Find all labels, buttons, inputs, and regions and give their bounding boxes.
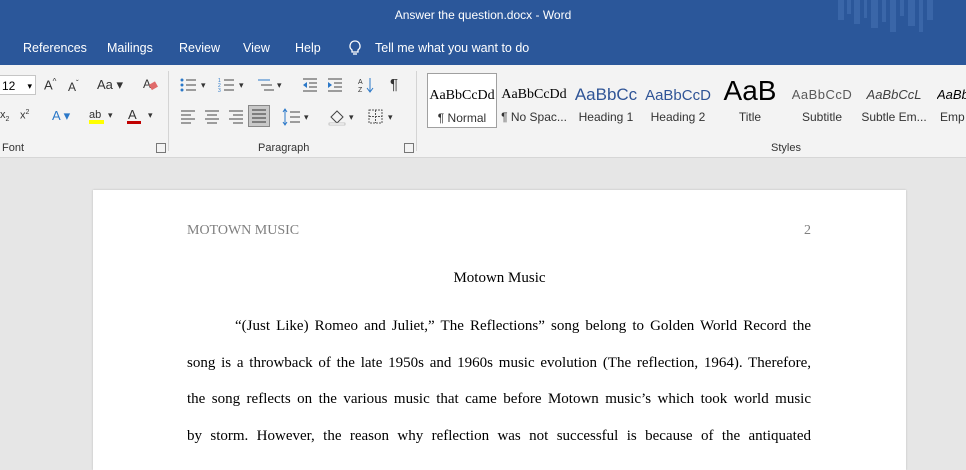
- group-separator: [416, 71, 417, 151]
- multilevel-list-icon[interactable]: ▾: [256, 77, 286, 93]
- svg-text:▾: ▾: [201, 80, 206, 90]
- show-formatting-marks-icon[interactable]: ¶: [390, 76, 398, 93]
- grow-font-icon[interactable]: A^: [44, 77, 56, 92]
- style-subtitle[interactable]: AaBbCcD Subtitle: [787, 73, 857, 128]
- paragraph-line: by storm. However, the reason why reflec…: [187, 428, 811, 444]
- style-heading-2[interactable]: AaBbCcD Heading 2: [643, 73, 713, 128]
- style-emphasis[interactable]: AaBbCcL Emp: [931, 73, 966, 128]
- change-case-icon[interactable]: Aa ▾: [97, 77, 123, 93]
- style-sample: AaBbCcDd: [429, 88, 495, 103]
- svg-text:A: A: [358, 79, 363, 86]
- style-sample: AaBbCc: [574, 85, 638, 104]
- line-spacing-icon[interactable]: ▾: [282, 108, 312, 126]
- style-name: ¶ No Spac...: [501, 110, 567, 124]
- paragraph-group-label: Paragraph: [258, 142, 310, 154]
- window-title: Answer the question.docx - Word: [394, 8, 572, 22]
- svg-text:▾: ▾: [304, 112, 309, 122]
- ribbon: 12 ▾ A^ Aˇ Aa ▾ A x2 x2 A ▾ ab ▾ A ▾ Font ▾…: [0, 65, 966, 158]
- style-no-spacing[interactable]: AaBbCcDd ¶ No Spac...: [499, 73, 569, 128]
- document-title: Motown Music: [453, 270, 546, 286]
- svg-text:3: 3: [218, 88, 221, 93]
- align-left-icon[interactable]: [180, 110, 196, 124]
- subscript-icon[interactable]: x2: [0, 109, 9, 123]
- svg-text:▾: ▾: [148, 110, 153, 120]
- style-name: Heading 2: [650, 110, 706, 124]
- tab-mailings[interactable]: Mailings: [107, 41, 153, 55]
- superscript-icon[interactable]: x2: [20, 109, 29, 122]
- svg-text:Z: Z: [358, 87, 363, 94]
- style-name: Subtitle: [801, 110, 843, 124]
- tab-review[interactable]: Review: [179, 41, 220, 55]
- shading-icon[interactable]: ▾: [328, 108, 358, 126]
- ribbon-tabs: References Mailings Review View Help Tel…: [0, 32, 966, 65]
- paragraph-line: the song reflects on the various music t…: [187, 391, 811, 407]
- tab-view[interactable]: View: [243, 41, 270, 55]
- bullets-icon[interactable]: ▾: [180, 77, 210, 93]
- justify-icon[interactable]: [248, 105, 270, 127]
- styles-group-label: Styles: [771, 142, 801, 154]
- font-dialog-launcher[interactable]: [156, 143, 166, 153]
- clear-formatting-icon[interactable]: A: [142, 76, 158, 92]
- style-name: ¶ Normal: [437, 111, 487, 125]
- svg-text:A: A: [143, 77, 151, 91]
- chevron-down-icon: ▾: [27, 81, 32, 91]
- style-sample: AaBbCcL: [866, 87, 922, 102]
- style-sample: AaBbCcDd: [501, 87, 567, 102]
- style-name: Heading 1: [578, 110, 634, 124]
- highlight-icon[interactable]: ab ▾: [88, 107, 118, 125]
- sort-icon[interactable]: AZ: [358, 76, 374, 94]
- font-group-label: Font: [2, 142, 25, 154]
- page-header-title: MOTOWN MUSIC: [187, 223, 300, 238]
- align-center-icon[interactable]: [204, 110, 220, 124]
- page-number: 2: [804, 223, 811, 238]
- tell-me-search[interactable]: Tell me what you want to do: [375, 41, 529, 55]
- font-size-value: 12: [2, 79, 16, 93]
- svg-text:A: A: [128, 107, 137, 122]
- svg-text:▾: ▾: [108, 110, 113, 120]
- font-color-icon[interactable]: A ▾: [126, 107, 158, 125]
- document-page[interactable]: MOTOWN MUSIC 2 Motown Music “(Just Like)…: [93, 190, 906, 470]
- style-sample: AaBbCcL: [937, 87, 966, 102]
- svg-text:▾: ▾: [239, 80, 244, 90]
- paragraph-line: song is a throwback of the late 1950s an…: [187, 355, 811, 371]
- style-sample: AaB: [723, 75, 777, 106]
- style-heading-1[interactable]: AaBbCc Heading 1: [571, 73, 641, 128]
- group-separator: [168, 71, 169, 151]
- document-canvas: MOTOWN MUSIC 2 Motown Music “(Just Like)…: [0, 158, 966, 470]
- style-sample: AaBbCcD: [791, 87, 853, 102]
- style-name: Emp: [940, 110, 965, 124]
- style-name: Title: [738, 110, 762, 124]
- shrink-font-icon[interactable]: Aˇ: [68, 79, 79, 94]
- svg-text:▾: ▾: [349, 112, 354, 122]
- titlebar-pattern-icon: [838, 0, 933, 32]
- font-size-box[interactable]: 12 ▾: [0, 75, 36, 95]
- paragraph-line: “(Just Like) Romeo and Juliet,” The Refl…: [235, 318, 811, 334]
- style-subtle-emphasis[interactable]: AaBbCcL Subtle Em...: [859, 73, 929, 128]
- paragraph-dialog-launcher[interactable]: [404, 143, 414, 153]
- style-normal[interactable]: AaBbCcDd ¶ Normal: [427, 73, 497, 128]
- numbering-icon[interactable]: 1 2 3 ▾: [218, 77, 248, 93]
- borders-icon[interactable]: ▾: [368, 108, 398, 126]
- lightbulb-icon: [348, 40, 362, 56]
- align-right-icon[interactable]: [228, 110, 244, 124]
- title-bar: Answer the question.docx - Word: [0, 0, 966, 32]
- svg-text:ab: ab: [89, 109, 101, 121]
- style-sample: AaBbCcD: [645, 87, 711, 104]
- increase-indent-icon[interactable]: [327, 77, 343, 93]
- svg-text:▾: ▾: [388, 112, 393, 122]
- decrease-indent-icon[interactable]: [302, 77, 318, 93]
- tab-references[interactable]: References: [23, 41, 87, 55]
- svg-text:▾: ▾: [277, 80, 282, 90]
- style-name: Subtle Em...: [861, 110, 927, 124]
- style-title[interactable]: AaB Title: [715, 73, 785, 128]
- text-effects-icon[interactable]: A ▾: [52, 108, 70, 124]
- tab-help[interactable]: Help: [295, 41, 321, 55]
